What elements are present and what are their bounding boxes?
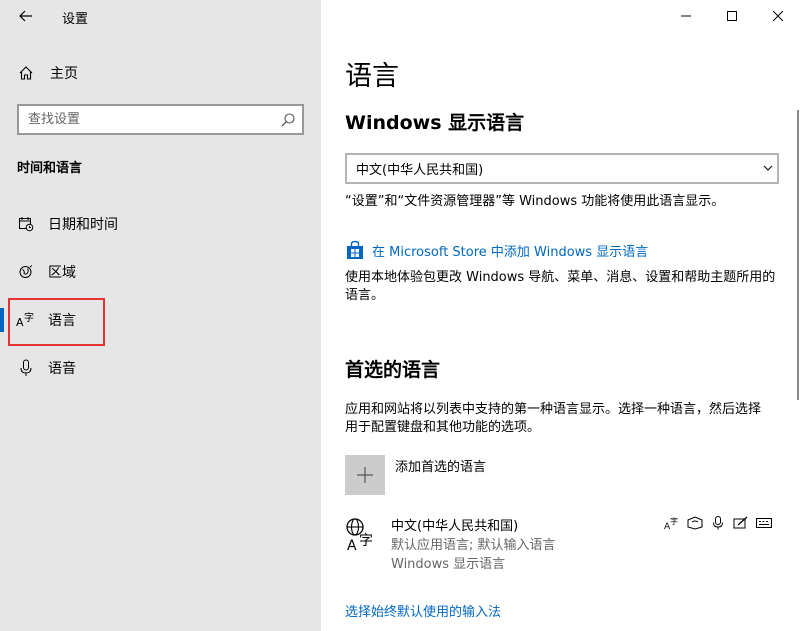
store-link-label: 在 Microsoft Store 中添加 Windows 显示语言 — [372, 244, 649, 260]
highlight-box — [8, 298, 105, 346]
plus-icon — [357, 467, 373, 483]
close-button[interactable] — [755, 0, 801, 32]
svg-text:字: 字 — [670, 516, 678, 526]
sidebar-item-region[interactable]: 区域 — [0, 252, 321, 292]
search-input[interactable] — [19, 112, 269, 127]
keyboard-icon — [752, 515, 775, 531]
add-language-label[interactable]: 添加首选的语言 — [395, 456, 486, 475]
chevron-down-icon — [763, 165, 773, 171]
store-link[interactable]: 在 Microsoft Store 中添加 Windows 显示语言 — [345, 240, 648, 260]
back-button[interactable] — [12, 4, 40, 28]
language-list-item[interactable]: A 字 中文(中华人民共和国) 默认应用语言; 默认输入语言 Windows 显… — [345, 515, 775, 572]
preferred-languages-description: 应用和网站将以列表中支持的第一种语言显示。选择一种语言，然后选择用于配置键盘和其… — [345, 402, 762, 435]
sidebar-item-date-time[interactable]: 日期和时间 — [0, 204, 321, 244]
minimize-button[interactable] — [663, 0, 709, 32]
scrollbar[interactable] — [797, 110, 799, 400]
sidebar-item-home[interactable]: 主页 — [0, 53, 321, 93]
default-input-method-link[interactable]: 选择始终默认使用的输入法 — [345, 601, 501, 620]
store-description: 使用本地体验包更改 Windows 导航、菜单、消息、设置和帮助主题所用的语言。 — [345, 270, 776, 303]
globe-region-icon — [16, 262, 36, 282]
store-bag-icon — [347, 240, 363, 259]
svg-text:A: A — [347, 538, 357, 553]
language-detail: 默认应用语言; 默认输入语言 — [391, 538, 556, 553]
minimize-icon — [681, 15, 691, 17]
close-icon — [773, 11, 783, 21]
display-language-note: “设置”和“文件资源管理器”等 Windows 功能将使用此语言显示。 — [345, 194, 725, 209]
add-language-button[interactable] — [345, 455, 385, 495]
search-box[interactable] — [17, 104, 304, 135]
dropdown-value: 中文(中华人民共和国) — [356, 163, 484, 178]
speech-recognition-icon — [706, 515, 729, 531]
sidebar: 设置 主页 时间和语言 日期和时间 — [0, 0, 321, 631]
display-language-dropdown[interactable]: 中文(中华人民共和国) — [345, 153, 779, 184]
handwriting-icon — [729, 515, 752, 531]
maximize-button[interactable] — [709, 0, 755, 32]
main-content: 语言 Windows 显示语言 中文(中华人民共和国) “设置”和“文件资源管理… — [321, 0, 801, 631]
sidebar-item-label: 区域 — [48, 265, 76, 281]
home-icon — [16, 63, 36, 83]
maximize-icon — [727, 11, 737, 21]
search-icon[interactable] — [280, 112, 296, 128]
sidebar-item-label: 语音 — [48, 361, 76, 377]
window-title: 设置 — [62, 12, 89, 27]
sidebar-item-speech[interactable]: 语音 — [0, 348, 321, 388]
display-language-heading: Windows 显示语言 — [345, 112, 525, 134]
language-detail: Windows 显示语言 — [391, 557, 506, 572]
section-heading: 时间和语言 — [17, 161, 83, 176]
sidebar-item-label: 日期和时间 — [48, 217, 118, 233]
language-feature-icons: A字 — [660, 515, 775, 531]
text-to-speech-icon — [683, 515, 706, 531]
language-name: 中文(中华人民共和国) — [391, 519, 519, 534]
preferred-languages-heading: 首选的语言 — [345, 359, 441, 381]
calendar-clock-icon — [16, 214, 36, 234]
display-language-icon: A字 — [660, 515, 683, 531]
language-globe-icon: A 字 — [346, 518, 373, 553]
back-arrow-icon — [19, 10, 32, 22]
microphone-icon — [16, 358, 36, 378]
page-title: 语言 — [345, 61, 399, 92]
sidebar-item-label: 主页 — [50, 66, 78, 82]
svg-text:字: 字 — [359, 533, 373, 549]
